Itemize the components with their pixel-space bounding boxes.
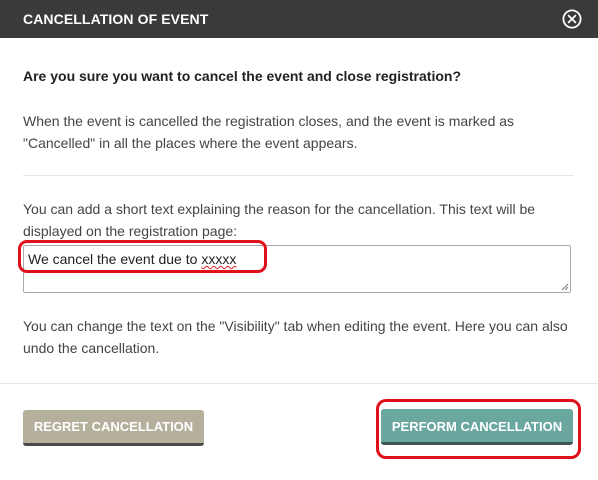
section-divider (23, 175, 574, 176)
resize-grip-icon[interactable] (561, 283, 569, 291)
reason-label: You can add a short text explaining the … (23, 201, 536, 239)
regret-cancellation-button[interactable]: REGRET CANCELLATION (23, 410, 204, 446)
cancellation-reason-textarea[interactable]: We cancel the event due to xxxxx (23, 245, 571, 293)
cancellation-dialog: CANCELLATION OF EVENT Are you sure you w… (0, 0, 598, 480)
perform-cancellation-button[interactable]: PERFORM CANCELLATION (381, 409, 573, 445)
cancellation-info-text: When the event is cancelled the registra… (23, 113, 515, 151)
visibility-note: You can change the text on the "Visibili… (23, 318, 568, 356)
close-icon[interactable] (562, 9, 582, 29)
reason-text-value: We cancel the event due to xxxxx (28, 251, 237, 267)
footer-divider (0, 383, 598, 384)
dialog-title: CANCELLATION OF EVENT (23, 11, 209, 27)
confirmation-question: Are you sure you want to cancel the even… (23, 68, 461, 84)
dialog-header: CANCELLATION OF EVENT (0, 0, 598, 38)
misspelled-word: xxxxx (201, 251, 237, 267)
